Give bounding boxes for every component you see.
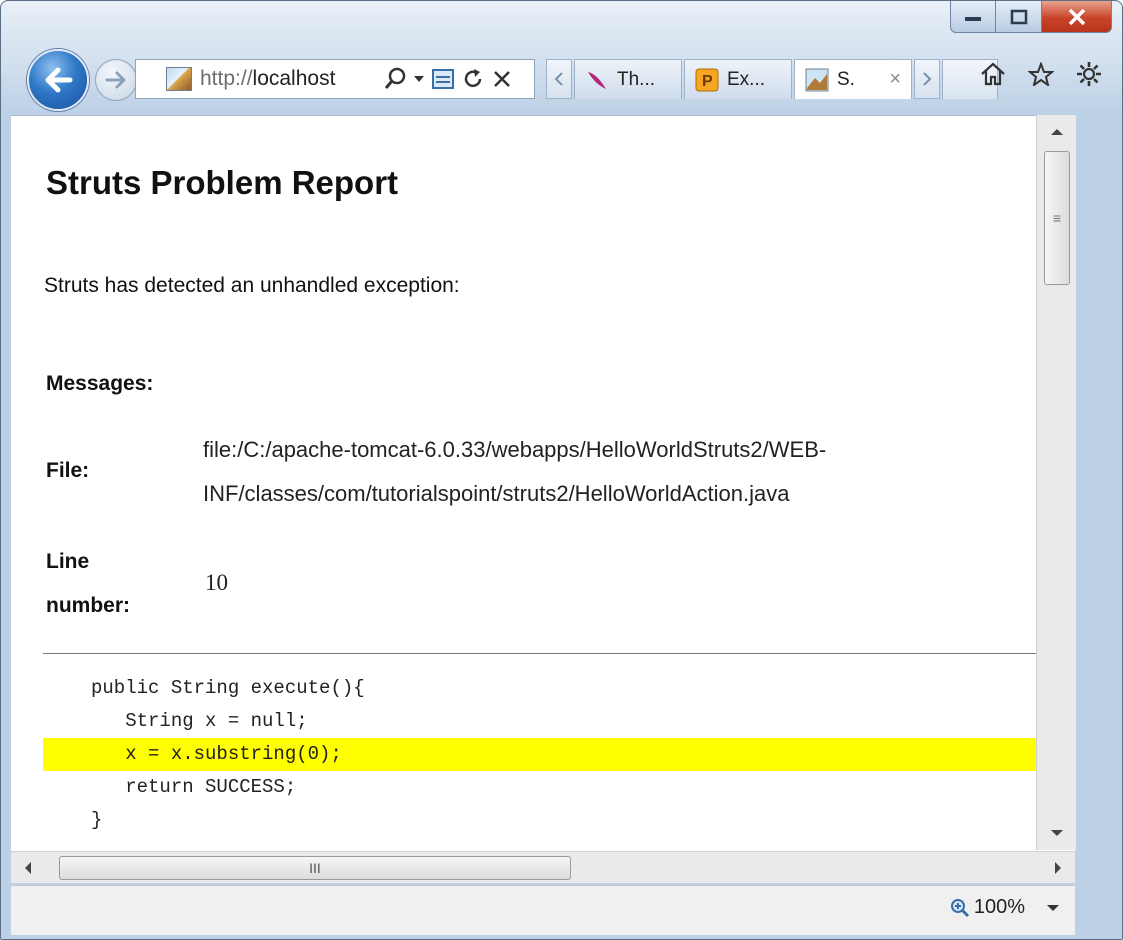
tab-close-button[interactable]: × [889, 68, 901, 91]
refresh-icon [464, 69, 482, 88]
stop-button[interactable] [492, 69, 512, 89]
forward-button[interactable] [95, 59, 137, 101]
url-host: localhost [252, 67, 336, 90]
scroll-right-button[interactable] [1041, 852, 1075, 884]
line-number-label: Line number: [46, 550, 130, 617]
error-intro: Struts has detected an unhandled excepti… [44, 274, 460, 297]
scroll-grip: ≡ [1052, 210, 1062, 226]
favorites-button[interactable] [1028, 62, 1054, 86]
page-title: Struts Problem Report [46, 164, 399, 201]
address-bar-actions [384, 67, 512, 91]
chevron-left-icon [554, 72, 563, 86]
tab-2-label: Ex... [727, 68, 766, 90]
minimize-icon [965, 16, 981, 21]
horizontal-scrollbar[interactable]: III [11, 851, 1075, 883]
home-button[interactable] [980, 62, 1006, 86]
vertical-scroll-thumb[interactable]: ≡ [1044, 151, 1070, 285]
stop-icon [494, 71, 510, 87]
maximize-button[interactable] [996, 1, 1042, 33]
minimize-button[interactable] [950, 1, 996, 33]
scroll-up-button[interactable] [1037, 115, 1077, 149]
file-label: File: [46, 459, 90, 482]
gear-icon [1077, 62, 1101, 86]
compatibility-view-icon [432, 69, 454, 89]
arrow-left-icon [45, 67, 73, 93]
chevron-down-icon [414, 76, 424, 82]
chevron-right-icon [923, 72, 932, 86]
search-dropdown[interactable] [414, 75, 424, 83]
p-icon: P [695, 68, 719, 91]
tab-2[interactable]: P Ex... [684, 59, 792, 99]
tab-3-active[interactable]: S. × [794, 59, 912, 99]
code-line-highlighted: x = x.substring(0); [43, 738, 1059, 771]
svg-text:P: P [702, 73, 713, 90]
close-window-button[interactable] [1042, 1, 1112, 33]
scroll-down-button[interactable] [1037, 816, 1077, 850]
arrow-right-small-icon [1055, 862, 1061, 874]
scroll-left-button[interactable] [11, 852, 45, 884]
search-icon [384, 67, 406, 89]
code-line: String x = null; [91, 710, 308, 732]
page-viewport: Struts Problem Report Struts has detecte… [11, 115, 1075, 851]
tab-strip: Th... P Ex... S. × [546, 59, 998, 99]
star-icon [1028, 62, 1054, 86]
arrow-left-small-icon [25, 862, 31, 874]
url-protocol: http:// [200, 67, 253, 90]
code-line: return SUCCESS; [91, 776, 297, 798]
compatibility-view-button[interactable] [432, 69, 454, 89]
code-line: } [91, 809, 103, 831]
back-button[interactable] [27, 49, 89, 111]
tools-button[interactable] [1076, 61, 1102, 87]
tab-3-label: S. [837, 68, 855, 90]
navigation-bar: http://localhost Th... P Ex... S. × [1, 37, 1122, 117]
code-line: public String execute(){ [91, 677, 365, 699]
status-bar: 100% [11, 885, 1075, 935]
line-number-value: 10 [205, 570, 228, 595]
window-controls [950, 1, 1112, 35]
feather-icon [588, 71, 606, 89]
refresh-button[interactable] [462, 68, 484, 90]
search-button[interactable] [384, 67, 406, 91]
code-snippet: public String execute(){ String x = null… [43, 672, 1059, 837]
tomcat-icon [166, 67, 192, 91]
arrow-up-icon [1051, 129, 1063, 135]
arrow-down-icon [1051, 830, 1063, 836]
chevron-down-icon [1047, 904, 1059, 911]
file-path: file:/C:/apache-tomcat-6.0.33/webapps/He… [203, 437, 827, 506]
url-text[interactable]: http://localhost [200, 67, 380, 91]
zoom-control[interactable]: 100% [950, 896, 1059, 919]
zoom-level: 100% [973, 896, 1025, 918]
horizontal-scroll-thumb[interactable]: III [59, 856, 571, 880]
tab-scroll-right[interactable] [914, 59, 940, 99]
tab-scroll-left[interactable] [546, 59, 572, 99]
tab-1[interactable]: Th... [574, 59, 682, 99]
vertical-scrollbar[interactable]: ≡ [1036, 115, 1076, 850]
home-icon [981, 62, 1005, 86]
toolbar-icons [980, 61, 1102, 87]
tab-1-label: Th... [617, 68, 656, 90]
arrow-right-icon [105, 71, 126, 89]
maximize-icon [1010, 9, 1027, 24]
divider [43, 653, 1061, 654]
address-bar[interactable]: http://localhost [135, 59, 535, 99]
messages-label: Messages: [46, 372, 154, 395]
close-icon [1068, 8, 1085, 25]
scroll-grip: III [309, 860, 321, 876]
browser-window: http://localhost Th... P Ex... S. × Stru… [0, 0, 1123, 940]
tomcat-icon [805, 68, 829, 91]
zoom-icon [950, 898, 969, 917]
